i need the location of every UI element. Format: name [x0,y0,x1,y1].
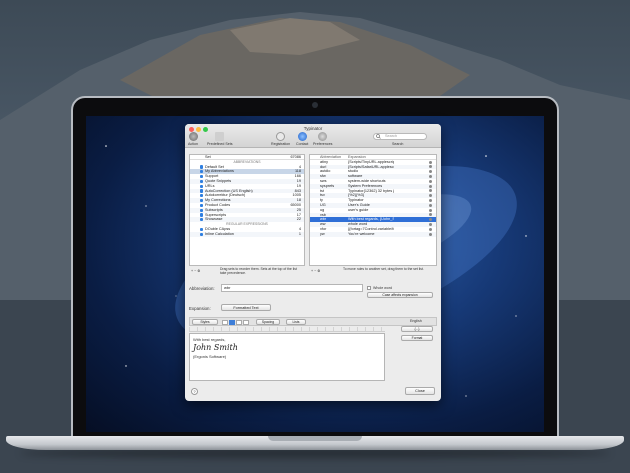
expansion-type-icon [429,199,432,203]
window-title: Typinator [303,126,323,131]
language-label: English [410,319,422,323]
expansion-type-icon [429,179,432,183]
styles-select[interactable]: Styles [192,319,218,325]
set-enabled-checkbox[interactable] [200,232,204,236]
set-enabled-checkbox[interactable] [200,208,204,212]
set-name: Inline Calculation [205,231,234,236]
expansion-type-icon [429,218,432,222]
contact-icon [297,132,307,141]
expansion-type-icon [429,232,432,236]
preferences-label: Preferences [313,142,333,146]
expansion-type-icon [429,170,432,174]
regex-sets-list: DOuble CApss 4 Inline Calculation 1 [190,227,304,237]
expansion-type-icon [429,189,432,193]
preferences-button[interactable]: Preferences [313,132,332,146]
expansion-type-select[interactable]: Formatted Text [221,304,271,311]
set-enabled-checkbox[interactable] [200,189,204,193]
search-placeholder: Search [385,134,398,138]
laptop-base-notch [268,436,362,441]
registration-button[interactable]: Registration [271,132,290,146]
set-enabled-checkbox[interactable] [200,227,204,231]
switch-icon [318,132,328,141]
abbreviation-input[interactable]: wbr [221,284,363,292]
set-enabled-checkbox[interactable] [200,218,204,222]
expansion-line-3: (Ergonis Software) [193,354,227,359]
items-add-remove-controls[interactable]: + − ⚙ [311,269,320,273]
items-hint: To move rules to another set, drag them … [343,267,424,271]
expansion-type-icon [429,213,432,217]
predefined-sets-label: Predefined Sets [207,142,233,146]
folder-icon [215,132,225,141]
abbreviations-panel: Abbreviation Expansion atiny {Scripts/Tin… [309,154,437,266]
ruler [189,327,385,332]
abbreviations-list: atiny{Scripts/TinyURL.applescript {Safar… [310,160,436,237]
expansion-type-value: Formatted Text [233,306,259,310]
expansion-type-icon [429,194,432,198]
expansion-line-2: John Smith [193,343,238,352]
expansion-text: You're welcome [348,231,375,236]
set-enabled-checkbox[interactable] [200,184,204,188]
alignment-buttons[interactable] [222,320,252,325]
set-row[interactable]: Inline Calculation 1 [190,231,304,237]
abbreviation-row[interactable]: yw You're welcome [310,231,436,237]
expansion-type-icon [429,223,432,227]
expansion-type-icon [429,165,432,169]
expansion-type-icon [429,208,432,212]
expansion-label: Expansion: [189,306,211,311]
format-toolbar: Styles Spacing Lists English [189,317,437,326]
format-select[interactable]: Format [401,335,433,341]
expansion-editor[interactable]: With best regards, John Smith (Ergonis S… [189,333,385,381]
action-label: Action [188,142,198,146]
expansion-type-icon [429,203,432,207]
set-enabled-checkbox[interactable] [200,165,204,169]
expansion-type-icon [429,160,432,164]
contact-label: Contact [296,142,309,146]
set-enabled-checkbox[interactable] [200,194,204,198]
help-button[interactable]: ? [191,388,198,395]
sets-panel: Set 67086 ABBREVIATIONS Default Set 4 My A… [189,154,305,266]
key-icon [276,132,286,141]
predefined-sets-button[interactable]: Predefined Sets [207,132,233,146]
gear-icon [188,132,198,141]
set-enabled-checkbox[interactable] [200,203,204,207]
close-button[interactable]: Close [405,387,435,395]
set-enabled-checkbox[interactable] [200,213,204,217]
action-button[interactable]: Action [188,132,198,146]
search-icon [376,134,381,139]
typinator-window: Typinator Action Predefined Sets Registr… [185,124,441,401]
set-enabled-checkbox[interactable] [200,174,204,179]
case-option-select[interactable]: Case affects expansion [367,292,433,298]
expansion-type-icon [429,175,432,179]
contact-button[interactable]: Contact [296,132,308,146]
expansion-line-1: With best regards, [193,337,226,342]
whole-word-checkbox[interactable] [367,286,371,290]
sets-hint: Drag sets to reorder them. Sets at the t… [220,267,297,275]
set-count: 1 [298,231,301,236]
lists-select[interactable]: Lists [286,319,306,325]
whole-word-label: Whole word [373,286,392,290]
spacing-select[interactable]: Spacing [256,319,280,325]
sets-list: Default Set 4 My Abbreviations 118 Support 16… [190,165,304,223]
abbreviation-text: yw [320,231,325,236]
set-enabled-checkbox[interactable] [200,179,204,183]
set-enabled-checkbox[interactable] [200,198,204,203]
search-label: Search [392,142,404,146]
set-enabled-checkbox[interactable] [200,170,204,174]
insert-special-select[interactable]: {...} [401,326,433,332]
sets-add-remove-controls[interactable]: + − ⚙ [191,269,200,273]
expansion-type-icon [429,184,432,188]
window-titlebar: Typinator Action Predefined Sets Registr… [185,124,441,148]
abbreviation-label: Abbreviation: [189,286,215,291]
registration-label: Registration [271,142,291,146]
expansion-type-icon [429,227,432,231]
search-input[interactable]: Search [373,133,427,140]
camera-icon [312,102,318,108]
